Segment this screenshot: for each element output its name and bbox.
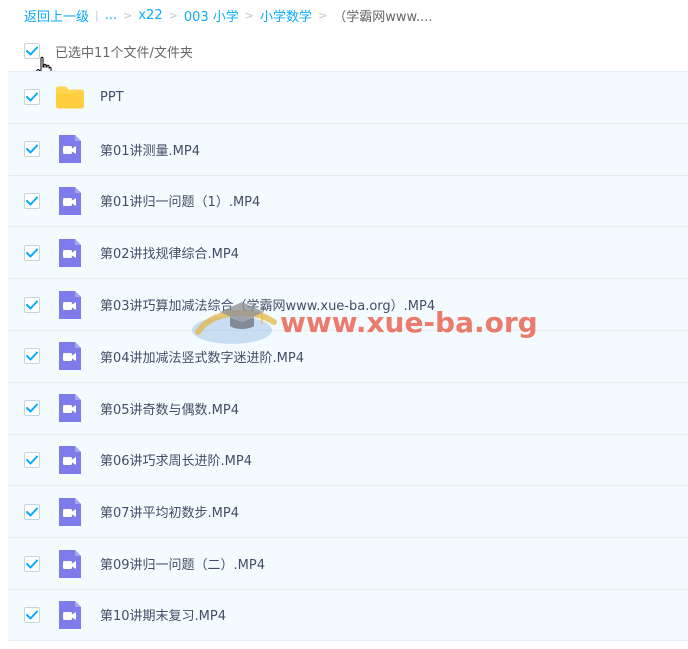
list-item[interactable]: 第05讲奇数与偶数.MP4 [8,381,688,434]
file-name[interactable]: 第01讲测量.MP4 [100,140,200,159]
row-checkbox[interactable] [24,244,40,261]
row-checkbox[interactable] [24,451,40,468]
back-link[interactable]: 返回上一级 [24,6,89,25]
file-name[interactable]: 第09讲归一问题（二）.MP4 [100,554,265,573]
video-icon [59,394,81,423]
list-item[interactable]: 第10讲期末复习.MP4 [8,588,688,641]
breadcrumb-arrow: > [123,8,133,22]
file-name[interactable]: 第06讲巧求周长进阶.MP4 [100,450,252,469]
video-icon [59,135,81,164]
row-checkbox[interactable] [24,296,40,313]
video-icon [59,549,81,578]
file-name[interactable]: 第07讲平均初数步.MP4 [100,502,239,521]
file-list: PPT 第01讲测量.MP4 第01讲归一问题（1）.MP4 第02讲找规律综合… [8,71,688,641]
breadcrumb-arrow: > [318,8,328,22]
video-icon [59,238,81,267]
breadcrumb: 返回上一级 | ... > x22 > 003 小学 > 小学数学 > （学霸网… [24,6,433,25]
list-item[interactable]: 第07讲平均初数步.MP4 [8,485,688,538]
video-icon [59,497,81,526]
breadcrumb-item-x22[interactable]: x22 [138,8,162,23]
video-icon [59,290,81,319]
list-item[interactable]: 第02讲找规律综合.MP4 [8,226,688,279]
video-icon [59,186,81,215]
list-item[interactable]: PPT [8,71,688,123]
row-checkbox[interactable] [24,89,40,106]
list-item[interactable]: 第09讲归一问题（二）.MP4 [8,537,688,589]
file-name[interactable]: PPT [100,90,124,105]
check-icon [26,610,38,620]
row-checkbox[interactable] [24,503,40,520]
breadcrumb-current: （学霸网www.... [333,9,433,25]
row-checkbox[interactable] [24,141,40,158]
row-checkbox[interactable] [24,192,40,209]
list-item[interactable]: 第03讲巧算加减法综合（学霸网www.xue-ba.org）.MP4 [8,278,688,330]
check-icon [26,92,38,102]
row-checkbox[interactable] [24,606,40,623]
file-name[interactable]: 第03讲巧算加减法综合（学霸网www.xue-ba.org）.MP4 [100,295,435,314]
check-icon [26,196,38,206]
breadcrumb-item-math[interactable]: 小学数学 [260,6,312,25]
check-icon [26,351,38,361]
list-item[interactable]: 第06讲巧求周长进阶.MP4 [8,433,688,486]
file-name[interactable]: 第10讲期末复习.MP4 [100,605,226,624]
video-icon [59,342,81,371]
folder-icon [56,86,84,109]
breadcrumb-arrow: > [244,8,254,22]
row-checkbox[interactable] [24,400,40,417]
check-icon [26,455,38,465]
file-name[interactable]: 第02讲找规律综合.MP4 [100,243,239,262]
video-icon [59,445,81,474]
breadcrumb-arrow: > [168,8,178,22]
check-icon [26,46,38,56]
check-icon [26,403,38,413]
breadcrumb-divider: | [95,8,99,22]
check-icon [26,507,38,517]
selection-count: 已选中11个文件/文件夹 [55,45,193,61]
list-item[interactable]: 第01讲测量.MP4 [8,122,688,175]
check-icon [26,559,38,569]
file-name[interactable]: 第01讲归一问题（1）.MP4 [100,191,260,210]
breadcrumb-ellipsis[interactable]: ... [105,8,117,23]
file-name[interactable]: 第05讲奇数与偶数.MP4 [100,399,239,418]
list-item[interactable]: 第04讲加减法竖式数字迷进阶.MP4 [8,329,688,382]
video-icon [59,600,81,629]
check-icon [26,248,38,258]
breadcrumb-item-003[interactable]: 003 小学 [184,6,239,25]
list-item[interactable]: 第01讲归一问题（1）.MP4 [8,174,688,227]
check-icon [26,300,38,310]
file-name[interactable]: 第04讲加减法竖式数字迷进阶.MP4 [100,347,304,366]
row-checkbox[interactable] [24,348,40,365]
check-icon [26,144,38,154]
row-checkbox[interactable] [24,555,40,572]
